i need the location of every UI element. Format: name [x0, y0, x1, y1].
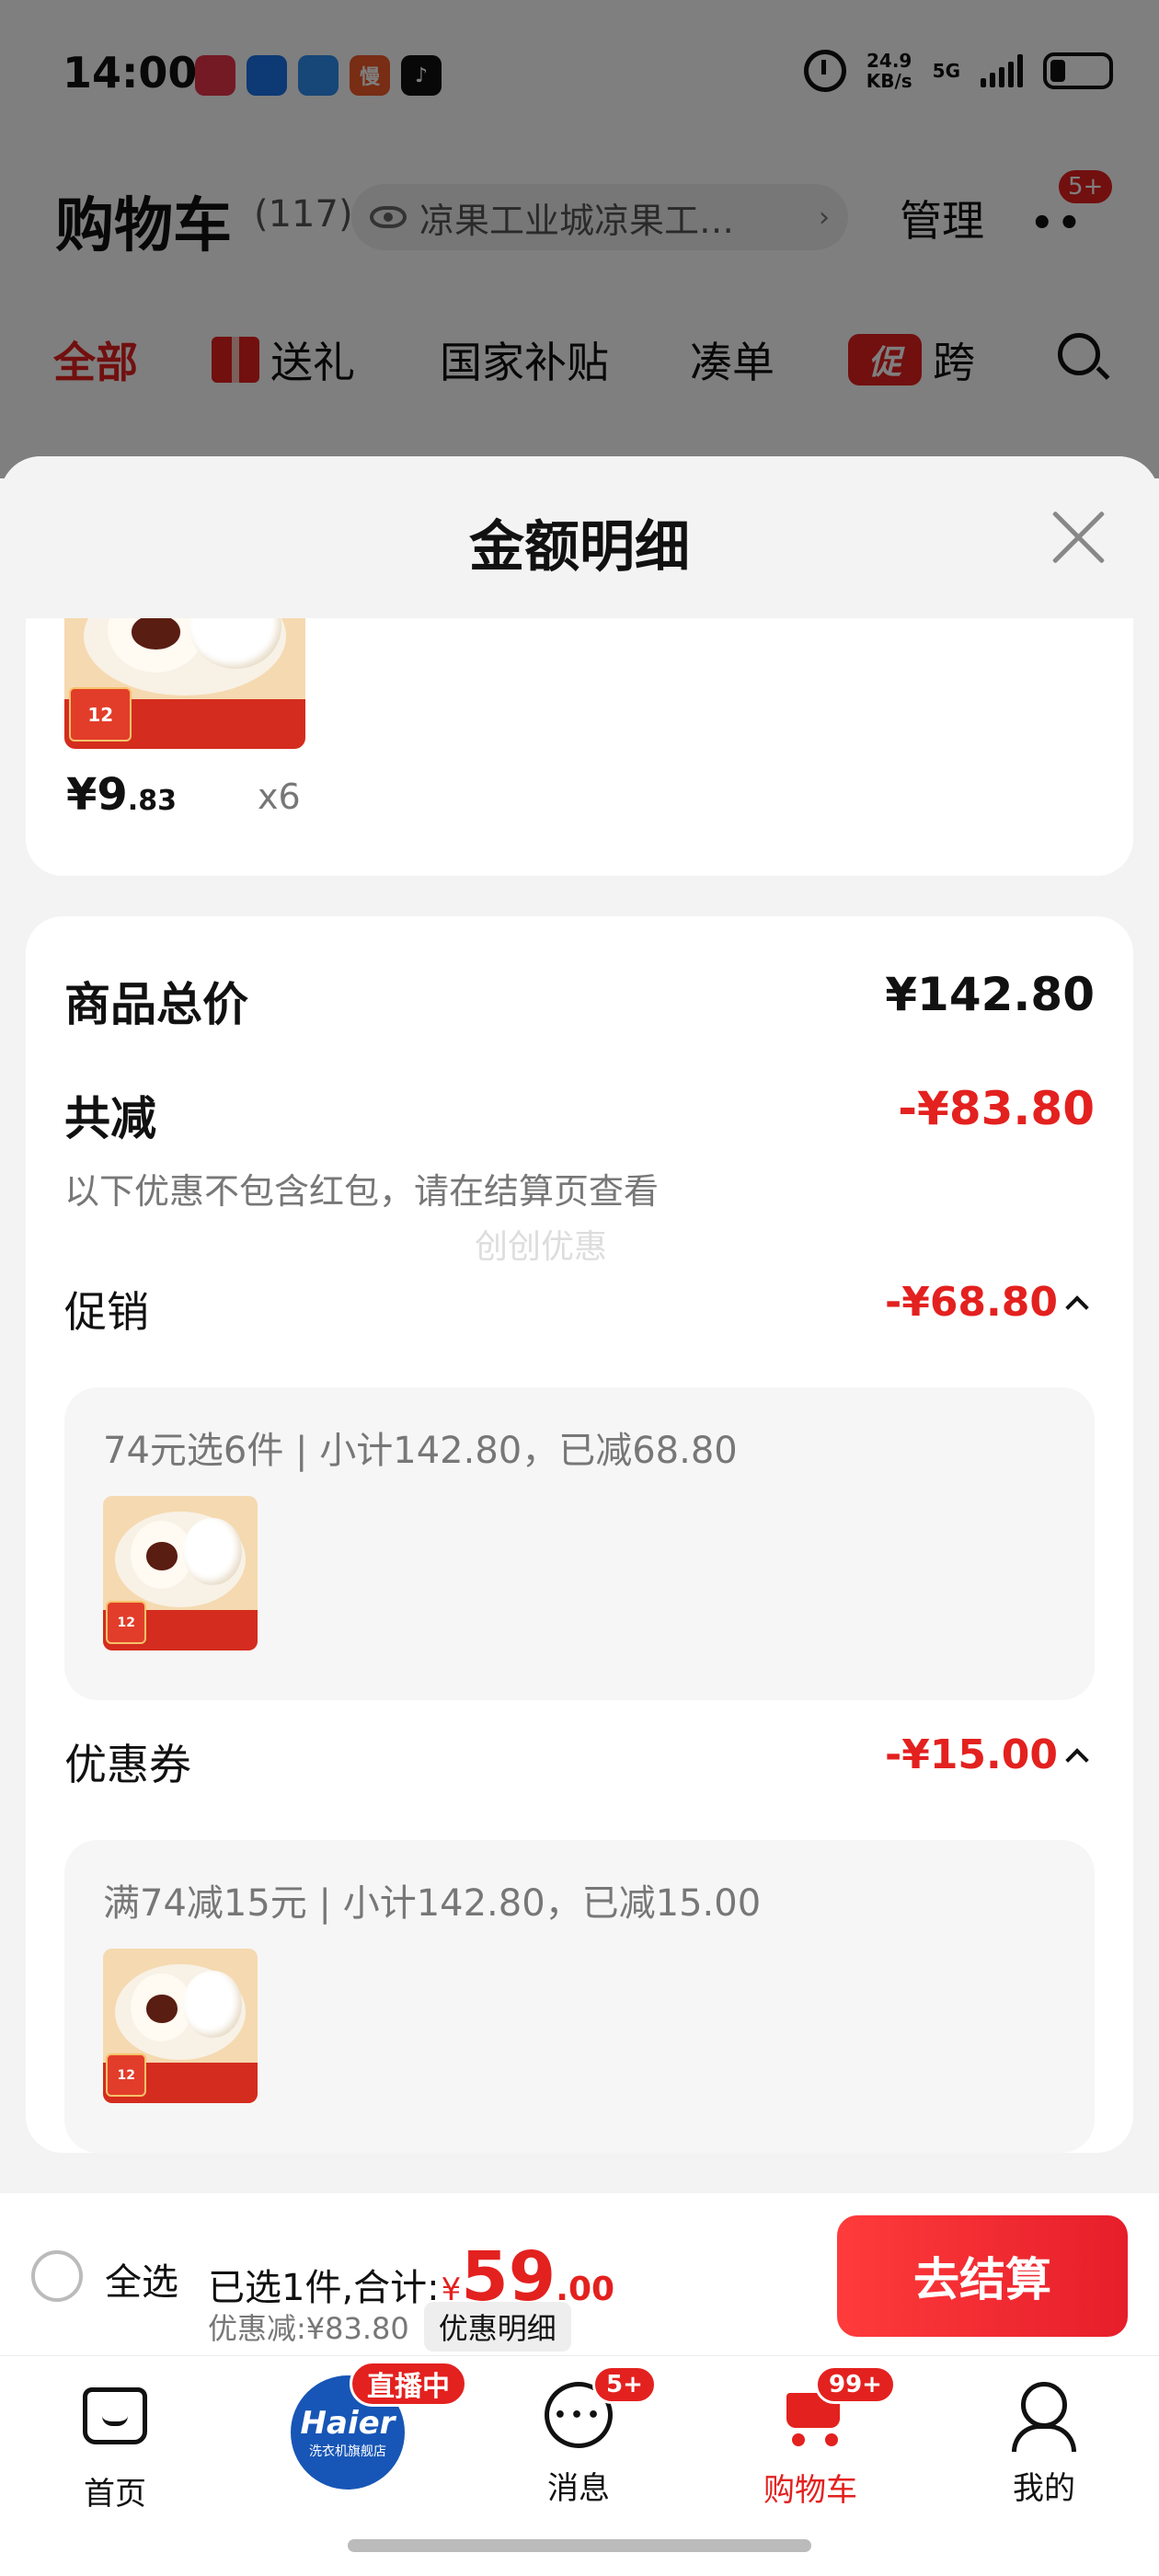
checkout-button[interactable]: 去结算	[837, 2215, 1128, 2337]
chevron-up-icon	[1065, 1747, 1089, 1772]
thumb-price-tag: 12	[106, 2053, 147, 2098]
item-price: ¥9.83	[66, 769, 177, 821]
promo-detail-box: 74元选6件 | 小计142.80，已减68.80 12	[64, 1387, 1095, 1700]
close-icon[interactable]	[1049, 508, 1107, 567]
live-badge: 直播中	[350, 2361, 467, 2407]
promo-detail-text: 74元选6件 | 小计142.80，已减68.80	[103, 1430, 738, 1472]
live-sub: 洗衣机旗舰店	[309, 2444, 386, 2459]
nav-home[interactable]: 首页	[37, 2375, 193, 2513]
total-label: 商品总价	[64, 978, 248, 1031]
product-card: 12 ¥9.83 x6	[26, 585, 1133, 876]
home-icon	[78, 2387, 152, 2461]
promo-toggle[interactable]: -¥68.80	[884, 1279, 1089, 1326]
discount-text: 优惠减:¥83.80	[208, 2311, 409, 2346]
watermark: 创创优惠	[475, 1228, 608, 1266]
chevron-up-icon	[1065, 1294, 1089, 1319]
reduce-value: -¥83.80	[898, 1082, 1095, 1135]
item-quantity: x6	[258, 776, 301, 817]
coupon-product-thumbnail[interactable]: 12	[103, 1949, 258, 2103]
thumb-price-tag: 12	[106, 1601, 147, 1645]
modal-overlay[interactable]	[0, 0, 1159, 478]
live-brand: Haier	[300, 2405, 396, 2442]
discount-detail-button[interactable]: 优惠明细	[423, 2302, 571, 2352]
discount-line: 优惠减:¥83.80 优惠明细	[208, 2302, 571, 2352]
home-indicator[interactable]	[348, 2539, 811, 2552]
coupon-toggle[interactable]: -¥15.00	[884, 1731, 1089, 1778]
nav-cart[interactable]: 购物车 99+	[732, 2365, 896, 2510]
nav-messages[interactable]: ••• 消息 5+	[500, 2365, 657, 2508]
nav-me-label: 我的	[1013, 2470, 1075, 2507]
promo-label: 促销	[64, 1287, 149, 1337]
user-icon	[1007, 2382, 1081, 2455]
item-price-int: ¥9	[66, 769, 128, 821]
reduce-hint: 以下优惠不包含红包，请在结算页查看	[64, 1171, 660, 1212]
dumpling-image: 12	[103, 1496, 258, 1650]
promo-value: -¥68.80	[884, 1279, 1058, 1326]
total-value: ¥142.80	[885, 968, 1095, 1021]
item-price-dec: .83	[127, 785, 177, 817]
promo-product-thumbnail[interactable]: 12	[103, 1496, 258, 1650]
coupon-detail-box: 满74减15元 | 小计142.80，已减15.00 12	[64, 1840, 1095, 2153]
checkout-bar: 全选 已选1件,合计: ¥ 59 .00 优惠减:¥83.80 优惠明细 去结算	[0, 2193, 1159, 2355]
coupon-value: -¥15.00	[884, 1731, 1058, 1778]
price-detail-card: 商品总价 ¥142.80 共减 -¥83.80 以下优惠不包含红包，请在结算页查…	[26, 916, 1133, 2153]
select-all-label[interactable]: 全选	[105, 2252, 178, 2306]
nav-messages-label: 消息	[547, 2470, 610, 2507]
nav-cart-label: 购物车	[763, 2472, 857, 2509]
select-all-checkbox[interactable]	[31, 2250, 83, 2302]
reduce-label: 共减	[64, 1092, 156, 1145]
nav-home-label: 首页	[84, 2476, 146, 2513]
cart-badge: 99+	[815, 2365, 896, 2404]
nav-me[interactable]: 我的	[966, 2375, 1122, 2508]
coupon-label: 优惠券	[64, 1740, 191, 1789]
coupon-detail-text: 满74减15元 | 小计142.80，已减15.00	[103, 1882, 762, 1925]
sheet-header: 金额明细	[0, 456, 1159, 618]
messages-badge: 5+	[592, 2365, 657, 2404]
sheet-title: 金额明细	[469, 515, 690, 580]
dumpling-image: 12	[103, 1949, 258, 2103]
thumb-price-tag: 12	[69, 687, 132, 742]
